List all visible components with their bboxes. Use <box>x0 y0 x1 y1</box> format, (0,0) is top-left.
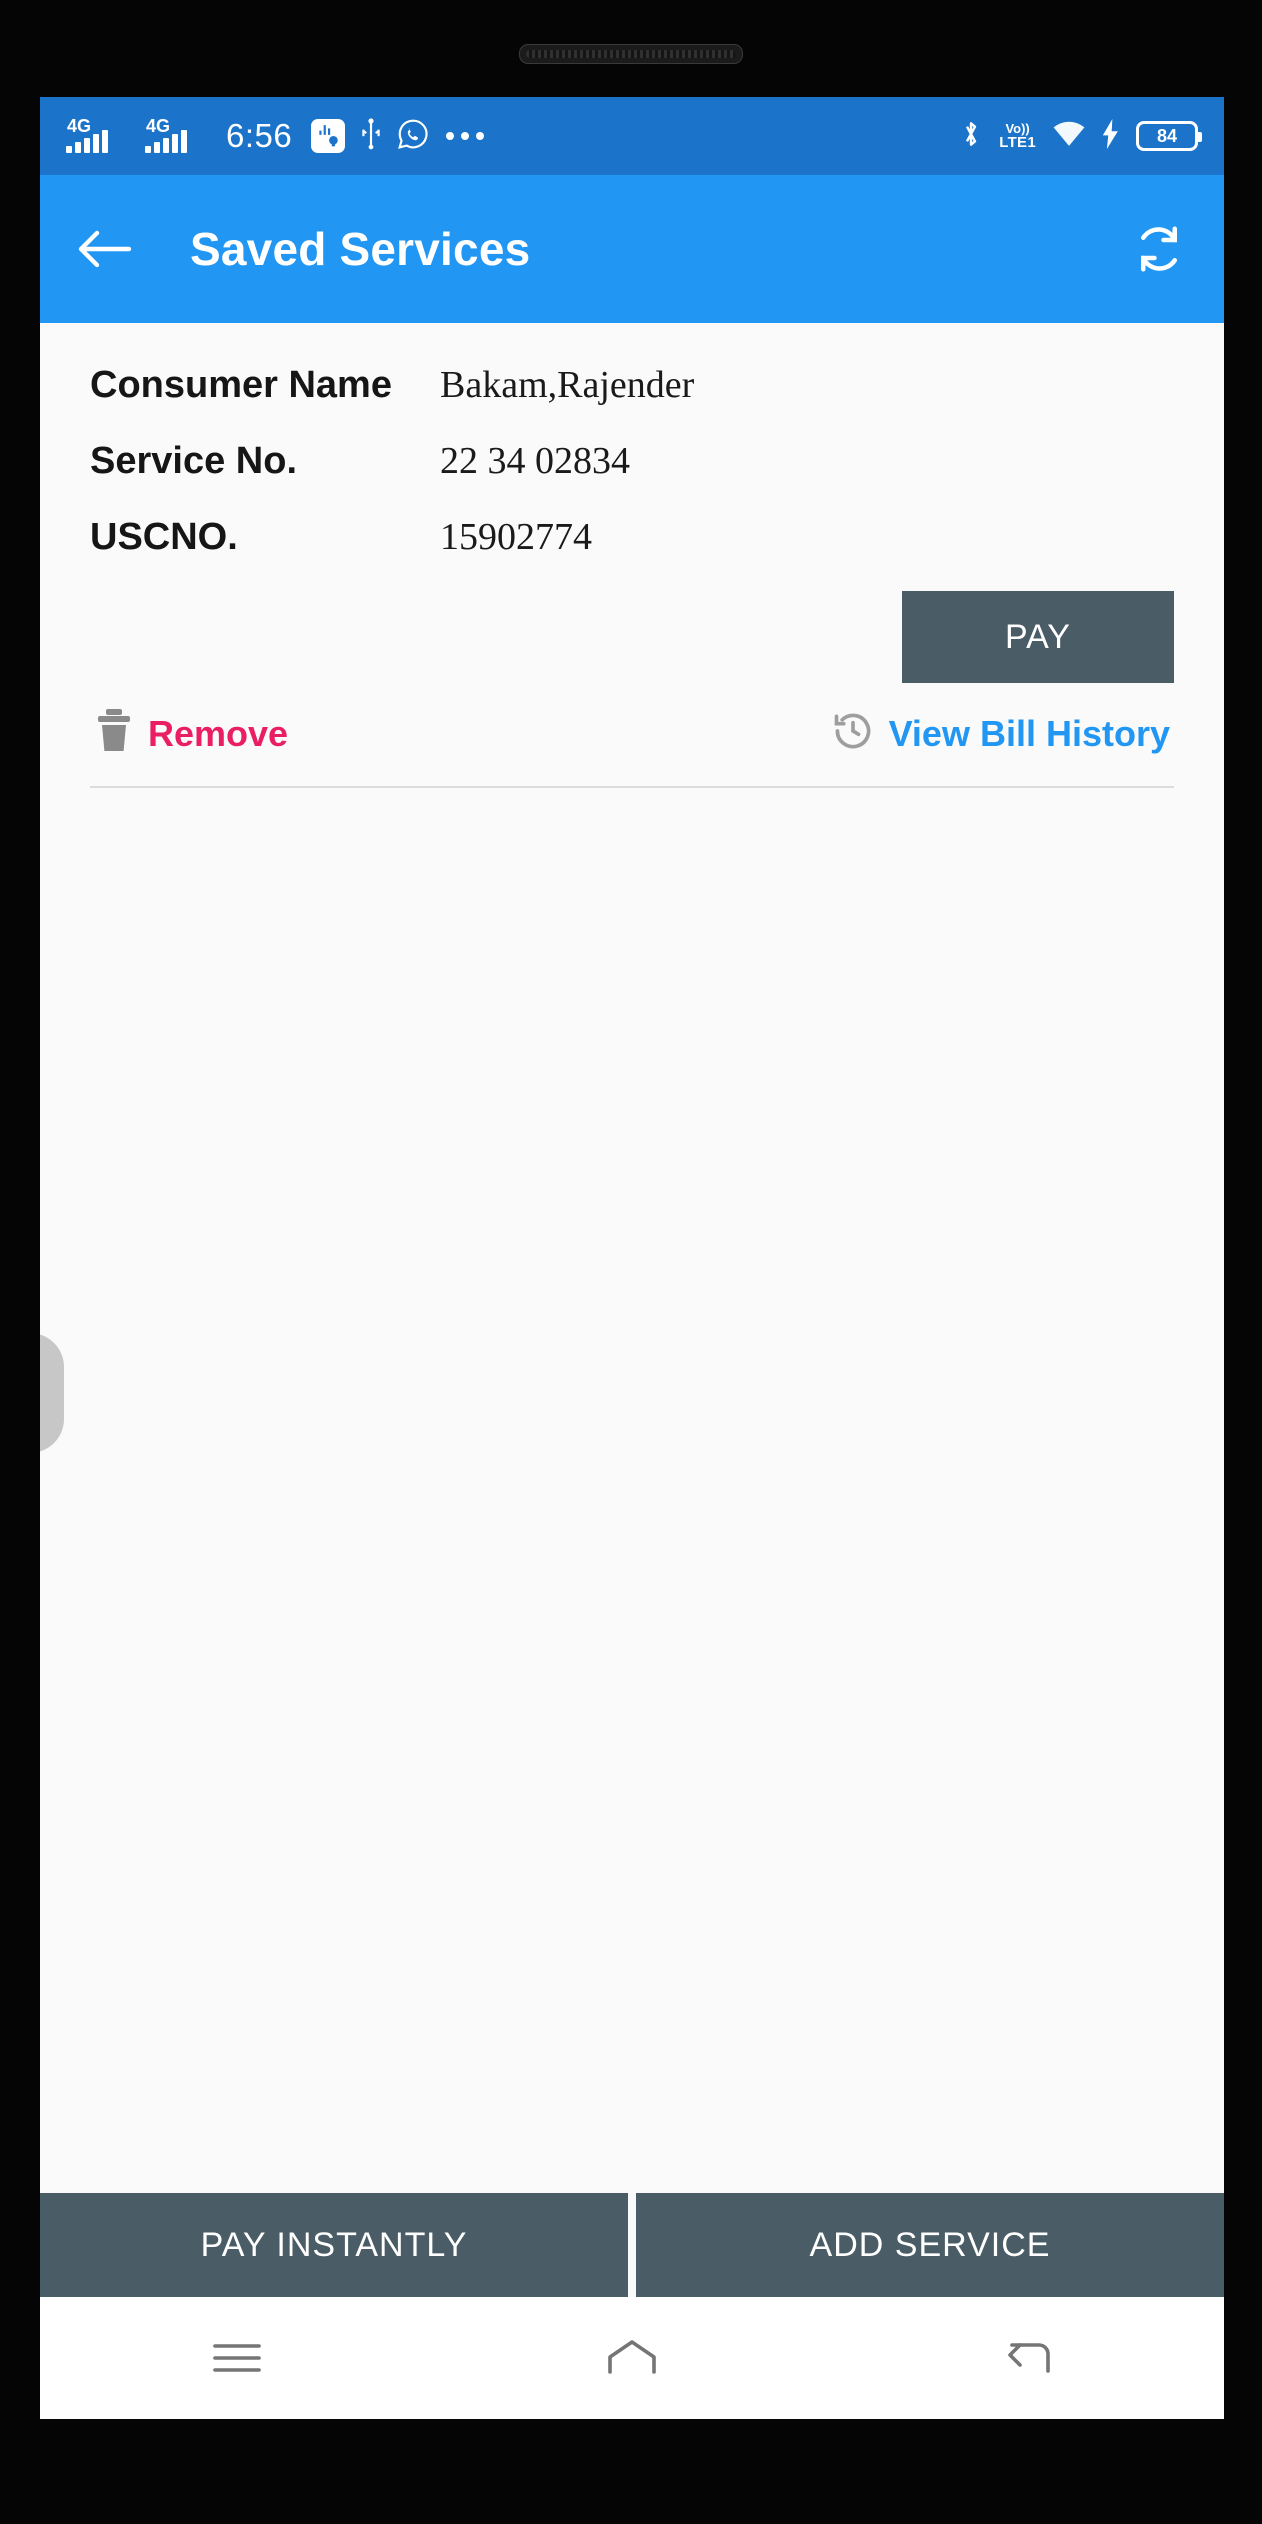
menu-icon[interactable] <box>177 2318 297 2398</box>
trash-icon <box>94 709 134 758</box>
detail-label: Consumer Name <box>90 364 392 406</box>
view-bill-history-button[interactable]: View Bill History <box>831 709 1170 758</box>
detail-value: 15902774 <box>440 516 592 558</box>
pay-button[interactable]: PAY <box>902 591 1174 683</box>
remove-label: Remove <box>148 712 289 754</box>
bottom-action-bar: PAY INSTANTLY ADD SERVICE <box>40 2193 1224 2297</box>
detail-label: USCNO. <box>90 516 238 558</box>
service-details: Consumer Name Bakam,Rajender Service No.… <box>40 363 1224 559</box>
pay-button-row: PAY <box>40 591 1224 683</box>
phone-screen: 4G 4G 6:56 Vo)) LTE1 84 Saved Services C… <box>40 97 1224 2419</box>
home-icon[interactable] <box>572 2318 692 2398</box>
status-bar-clock: 6:56 <box>226 117 293 154</box>
usb-debug-icon <box>311 119 346 153</box>
detail-value: Bakam,Rajender <box>440 364 695 406</box>
add-service-button[interactable]: ADD SERVICE <box>636 2193 1224 2297</box>
volte-bottom-label: LTE1 <box>999 134 1036 151</box>
signal-strength-sim1: 4G <box>66 116 132 153</box>
phone-device-frame: 4G 4G 6:56 Vo)) LTE1 84 Saved Services C… <box>0 0 1262 2524</box>
volte-indicator: Vo)) LTE1 <box>999 122 1036 150</box>
pay-instantly-button[interactable]: PAY INSTANTLY <box>40 2193 628 2297</box>
status-bar: 4G 4G 6:56 Vo)) LTE1 84 <box>40 97 1224 175</box>
content-area: Consumer Name Bakam,Rajender Service No.… <box>40 323 1224 1963</box>
action-row: Remove View Bill History <box>40 683 1224 758</box>
earpiece-speaker <box>519 44 743 64</box>
detail-value: 22 34 02834 <box>440 440 630 482</box>
detail-label: Service No. <box>90 440 297 482</box>
bluetooth-icon <box>959 118 983 155</box>
status-bar-right: Vo)) LTE1 84 <box>959 118 1202 155</box>
signal-strength-sim2: 4G <box>145 116 211 153</box>
android-nav-bar <box>40 2297 1224 2419</box>
battery-level-label: 84 <box>1156 125 1178 146</box>
detail-row-uscno: USCNO. 15902774 <box>90 515 1174 559</box>
edge-gesture-handle[interactable] <box>40 1333 64 1453</box>
back-nav-icon[interactable] <box>967 2318 1087 2398</box>
network-type-label-sim1: 4G <box>67 116 92 136</box>
more-notifications-icon <box>446 132 485 140</box>
app-bar: Saved Services <box>40 175 1224 323</box>
back-arrow-icon[interactable] <box>74 218 136 280</box>
refresh-icon[interactable] <box>1128 218 1190 280</box>
section-divider <box>90 786 1174 788</box>
page-title: Saved Services <box>190 223 531 275</box>
detail-row-consumer-name: Consumer Name Bakam,Rajender <box>90 363 1174 407</box>
remove-button[interactable]: Remove <box>94 709 288 758</box>
earpiece-grill <box>526 50 736 58</box>
charging-bolt-icon <box>1102 118 1120 154</box>
detail-row-service-no: Service No. 22 34 02834 <box>90 439 1174 483</box>
wifi-icon <box>1052 120 1086 153</box>
battery-indicator: 84 <box>1136 121 1202 151</box>
history-label: View Bill History <box>888 712 1170 754</box>
history-clock-icon <box>831 709 875 758</box>
whatsapp-icon <box>397 118 429 155</box>
usb-icon <box>358 117 384 156</box>
network-type-label-sim2: 4G <box>146 116 171 136</box>
status-bar-left: 4G 4G 6:56 <box>66 117 959 156</box>
